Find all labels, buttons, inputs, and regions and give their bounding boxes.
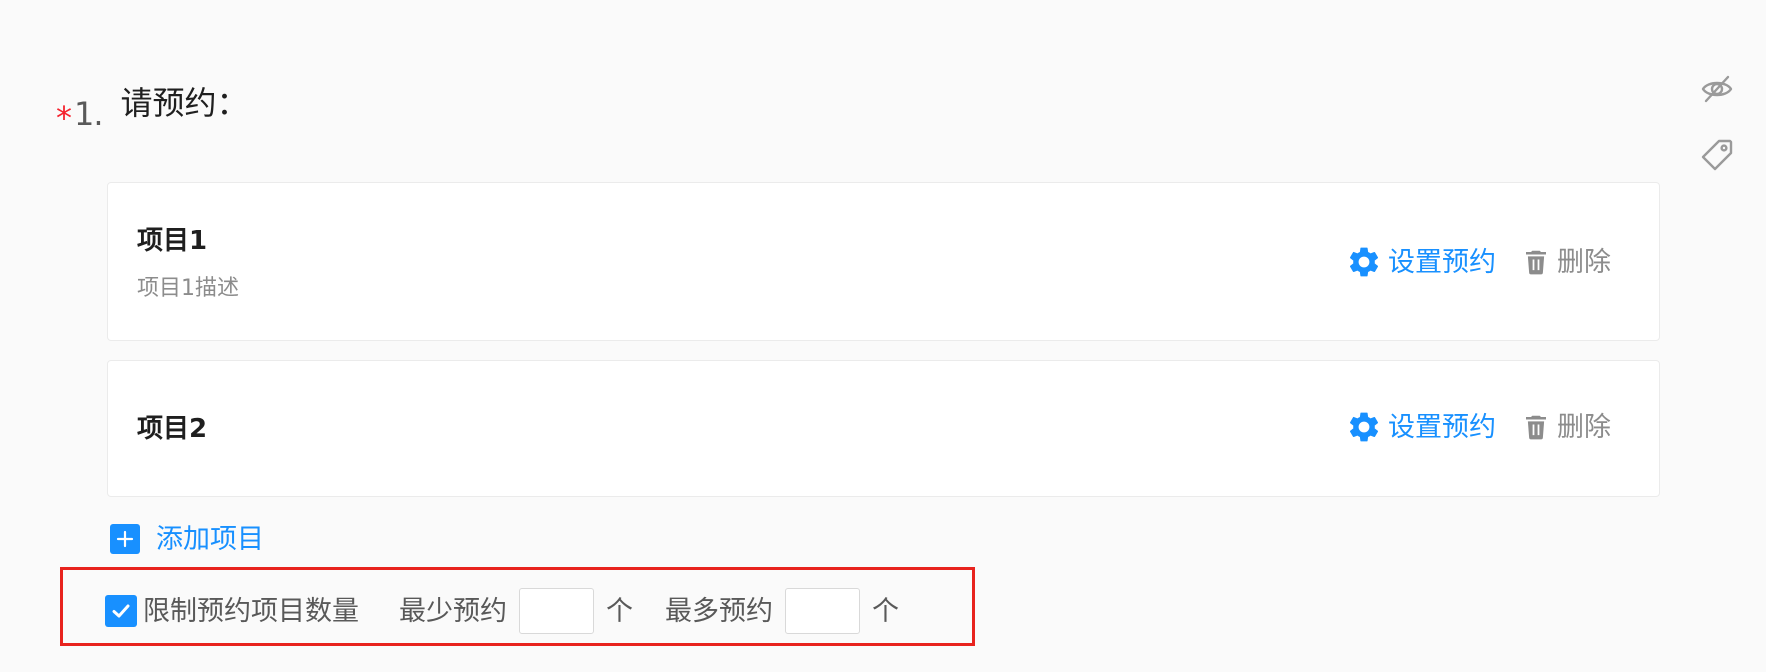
delete-label: 删除 bbox=[1557, 411, 1611, 443]
min-unit-label: 个 bbox=[606, 595, 633, 627]
check-icon bbox=[112, 604, 130, 618]
max-reservation-input[interactable] bbox=[785, 588, 860, 634]
item-actions: 设置预约 删除 bbox=[1346, 409, 1611, 445]
set-reservation-button[interactable]: 设置预约 bbox=[1346, 409, 1496, 445]
add-item-label: 添加项目 bbox=[156, 523, 264, 555]
item-title[interactable]: 项目1 bbox=[137, 228, 207, 254]
delete-label: 删除 bbox=[1557, 246, 1611, 278]
gear-icon bbox=[1349, 412, 1379, 442]
limit-count-checkbox[interactable] bbox=[105, 595, 137, 627]
min-reservation-label: 最少预约 bbox=[399, 595, 507, 627]
item-title[interactable]: 项目2 bbox=[137, 416, 207, 442]
delete-item-button[interactable]: 删除 bbox=[1521, 247, 1611, 277]
max-unit-label: 个 bbox=[872, 595, 899, 627]
plus-icon bbox=[110, 524, 140, 554]
trash-icon bbox=[1526, 250, 1546, 275]
required-mark: * bbox=[56, 99, 72, 137]
set-reservation-button[interactable]: 设置预约 bbox=[1346, 244, 1496, 280]
item-card-2: 项目2 设置预约 删除 bbox=[107, 360, 1660, 497]
item-description[interactable]: 项目1描述 bbox=[137, 278, 239, 300]
question-title[interactable]: 请预约： bbox=[121, 87, 249, 119]
question-number: 1. bbox=[74, 95, 104, 133]
item-card-1: 项目1 项目1描述 设置预约 删除 bbox=[107, 182, 1660, 341]
tag-question-button[interactable] bbox=[1700, 138, 1734, 172]
max-reservation-label: 最多预约 bbox=[665, 595, 773, 627]
tag-icon bbox=[1701, 139, 1733, 171]
delete-item-button[interactable]: 删除 bbox=[1521, 412, 1611, 442]
eye-slash-icon bbox=[1701, 75, 1733, 103]
limit-reservation-row: 限制预约项目数量 最少预约 个 最多预约 个 bbox=[105, 587, 899, 635]
item-actions: 设置预约 删除 bbox=[1346, 244, 1611, 280]
add-item-button[interactable]: 添加项目 bbox=[110, 524, 264, 554]
question-header: * 1. 请预约： bbox=[56, 82, 249, 137]
hide-question-button[interactable] bbox=[1700, 72, 1734, 106]
gear-icon bbox=[1349, 247, 1379, 277]
trash-icon bbox=[1526, 415, 1546, 440]
min-reservation-input[interactable] bbox=[519, 588, 594, 634]
set-reservation-label: 设置预约 bbox=[1388, 246, 1496, 278]
limit-count-label[interactable]: 限制预约项目数量 bbox=[143, 598, 359, 625]
set-reservation-label: 设置预约 bbox=[1388, 411, 1496, 443]
